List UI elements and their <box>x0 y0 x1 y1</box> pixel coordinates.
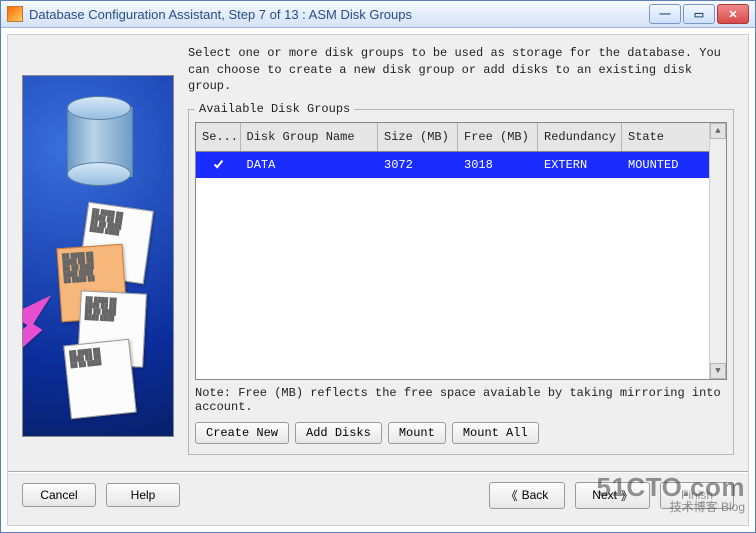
scroll-down-icon[interactable]: ▼ <box>710 363 726 379</box>
chevron-right-icon: 》 <box>621 487 633 504</box>
finish-label: Finish <box>681 488 713 502</box>
scroll-up-icon[interactable]: ▲ <box>710 123 726 139</box>
mount-button[interactable]: Mount <box>388 422 446 444</box>
col-redundancy[interactable]: Redundancy <box>538 123 622 152</box>
help-button[interactable]: Help <box>106 483 180 507</box>
database-icon <box>67 96 129 186</box>
cancel-button[interactable]: Cancel <box>22 483 96 507</box>
mount-all-button[interactable]: Mount All <box>452 422 539 444</box>
back-label: Back <box>522 488 549 502</box>
col-select[interactable]: Se... <box>196 123 240 152</box>
create-new-button[interactable]: Create New <box>195 422 289 444</box>
next-label: Next <box>592 488 617 502</box>
col-free[interactable]: Free (MB) <box>458 123 538 152</box>
disk-groups-groupbox: Available Disk Groups Se... Disk Group N… <box>188 102 734 455</box>
content-pane: Select one or more disk groups to be use… <box>188 45 734 461</box>
next-button[interactable]: Next 》 <box>575 482 650 509</box>
disk-groups-table[interactable]: Se... Disk Group Name Size (MB) Free (MB… <box>196 123 726 178</box>
table-header-row: Se... Disk Group Name Size (MB) Free (MB… <box>196 123 726 152</box>
groupbox-legend: Available Disk Groups <box>195 102 354 116</box>
wizard-footer: Cancel Help 《 Back Next 》 Finish <box>8 473 748 525</box>
cell-redundancy: EXTERN <box>538 152 622 179</box>
disk-group-actions: Create New Add Disks Mount Mount All <box>195 422 727 444</box>
vertical-scrollbar[interactable]: ▲ ▼ <box>709 123 726 379</box>
row-select-checkbox[interactable] <box>212 158 225 171</box>
mirroring-note: Note: Free (MB) reflects the free space … <box>195 386 727 414</box>
finish-button: Finish <box>660 482 734 509</box>
client-area: ██ ████ ██████ ██ ████ ██ ████████ ████ … <box>7 34 749 526</box>
window-title: Database Configuration Assistant, Step 7… <box>29 7 649 22</box>
cell-size: 3072 <box>378 152 458 179</box>
app-icon <box>7 6 23 22</box>
table-row[interactable]: DATA 3072 3018 EXTERN MOUNTED <box>196 152 726 179</box>
col-size[interactable]: Size (MB) <box>378 123 458 152</box>
add-disks-button[interactable]: Add Disks <box>295 422 382 444</box>
maximize-button[interactable]: ▭ <box>683 4 715 24</box>
cell-name: DATA <box>240 152 378 179</box>
close-button[interactable]: ✕ <box>717 4 749 24</box>
app-window: Database Configuration Assistant, Step 7… <box>0 0 756 533</box>
chevron-left-icon: 《 <box>506 487 518 504</box>
cell-free: 3018 <box>458 152 538 179</box>
page-icon: ██ ████ ██████ ██ ████ ██ ████ <box>63 339 136 419</box>
window-controls: ― ▭ ✕ <box>649 4 749 24</box>
wizard-illustration: ██ ████ ██████ ██ ████ ██ ████████ ████ … <box>22 75 174 437</box>
back-button[interactable]: 《 Back <box>489 482 566 509</box>
titlebar[interactable]: Database Configuration Assistant, Step 7… <box>1 1 755 28</box>
arrow-icon <box>22 283 51 328</box>
col-name[interactable]: Disk Group Name <box>240 123 378 152</box>
instructions-text: Select one or more disk groups to be use… <box>188 45 734 94</box>
disk-groups-table-container: Se... Disk Group Name Size (MB) Free (MB… <box>195 122 727 380</box>
minimize-button[interactable]: ― <box>649 4 681 24</box>
